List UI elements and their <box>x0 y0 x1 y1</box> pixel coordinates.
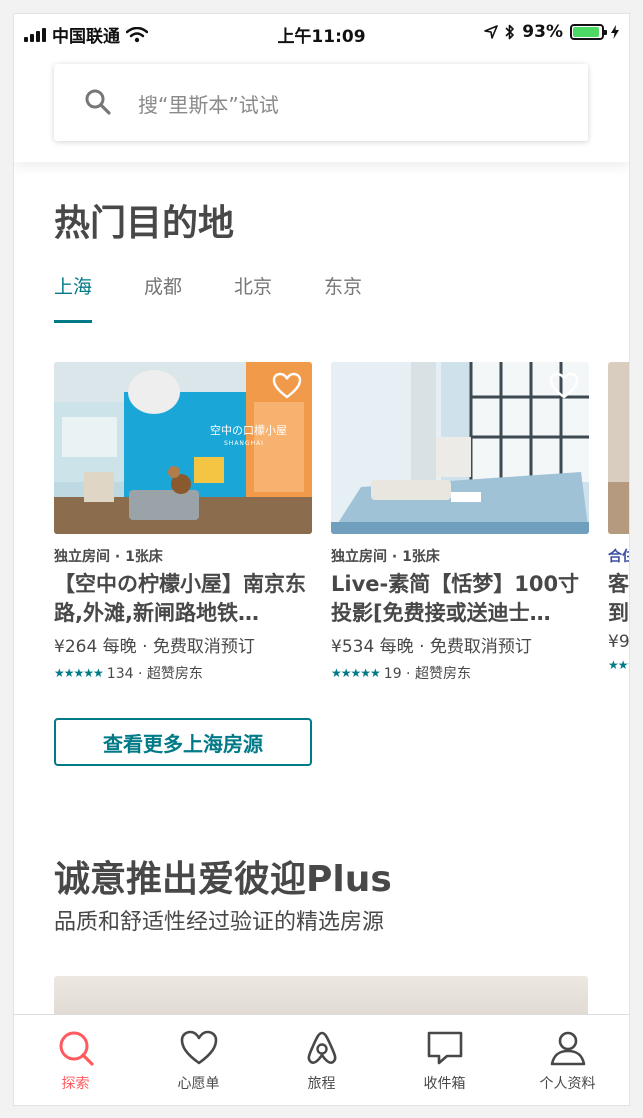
search-icon <box>59 1031 94 1066</box>
tab-tokyo[interactable]: 东京 <box>324 272 362 323</box>
popular-destinations-title: 热门目的地 <box>54 203 235 244</box>
search-header: 搜“里斯本”试试 <box>14 50 629 162</box>
tab-inbox-label: 收件箱 <box>423 1076 466 1092</box>
review-count: 134 · 超赞房东 <box>106 666 203 682</box>
listing-carousel: 空中の口檬小屋 SHANGHAI 独立房间 · 1张床 【空中の柠檬小屋】南京东… <box>54 362 629 692</box>
tab-trips[interactable]: 旅程 <box>260 1015 383 1105</box>
listing-rating: ★★★★★ 19 · 超赞房东 <box>331 663 589 683</box>
plus-subtitle: 品质和舒适性经过验证的精选房源 <box>54 910 385 935</box>
listing-type: 合住 <box>608 549 629 565</box>
star-rating-icon: ★★★★★ <box>608 658 629 672</box>
tab-profile-label: 个人资料 <box>539 1076 596 1092</box>
listing-type: 独立房间 · 1张床 <box>331 549 440 565</box>
listing-card[interactable]: 合住 客到 ¥9 ★★★★★ <box>608 362 629 672</box>
listing-price: ¥9 <box>608 632 629 652</box>
listing-rating: ★★★★★ <box>608 658 629 672</box>
tab-explore[interactable]: 探索 <box>14 1015 137 1105</box>
city-tabs: 上海 成都 北京 东京 <box>54 272 362 323</box>
battery-percent: 93% <box>522 22 563 42</box>
tab-beijing[interactable]: 北京 <box>234 272 272 323</box>
bottom-tab-bar: 探索 心愿单 旅程 收件箱 个人资料 <box>14 1014 629 1105</box>
listing-price: ¥264 每晚 · 免费取消预订 <box>54 637 255 657</box>
listing-title[interactable]: Live-素简【恬梦】100寸投影[免费接或送迪士… <box>331 570 589 628</box>
app-screen: 中国联通 上午11:09 93% 搜“里斯本”试试 热门目的地 上海 成都 北京… <box>14 14 629 1105</box>
search-placeholder: 搜“里斯本”试试 <box>138 93 279 117</box>
tab-trips-label: 旅程 <box>307 1076 336 1092</box>
heart-icon[interactable] <box>549 372 579 400</box>
status-bar: 中国联通 上午11:09 93% <box>14 14 629 50</box>
tab-explore-label: 探索 <box>61 1076 90 1092</box>
star-rating-icon: ★★★★★ <box>54 666 104 680</box>
plus-title: 诚意推出爱彼迎Plus <box>54 859 392 900</box>
listing-card[interactable]: 空中の口檬小屋 SHANGHAI 独立房间 · 1张床 【空中の柠檬小屋】南京东… <box>54 362 312 683</box>
tab-wishlist[interactable]: 心愿单 <box>137 1015 260 1105</box>
see-more-shanghai-button[interactable]: 查看更多上海房源 <box>54 718 312 766</box>
listing-title[interactable]: 客到 <box>608 570 629 628</box>
room-photo-partial <box>608 362 629 534</box>
heart-icon <box>180 1030 217 1065</box>
battery-icon <box>570 24 607 40</box>
airbnb-logo-icon <box>307 1031 336 1064</box>
listing-title[interactable]: 【空中の柠檬小屋】南京东路,外滩,新闸路地铁… <box>54 570 312 628</box>
tab-wishlist-label: 心愿单 <box>177 1076 220 1092</box>
listing-price: ¥534 每晚 · 免费取消预订 <box>331 637 532 657</box>
chat-bubble-icon <box>427 1031 462 1065</box>
bluetooth-icon <box>505 24 515 40</box>
listing-photo: 空中の口檬小屋 SHANGHAI <box>54 362 312 534</box>
star-rating-icon: ★★★★★ <box>331 666 381 680</box>
photo-sign: 空中の口檬小屋 <box>210 424 287 437</box>
tab-profile[interactable]: 个人资料 <box>506 1015 629 1105</box>
review-count: 19 · 超赞房东 <box>383 666 471 682</box>
heart-icon[interactable] <box>272 372 302 400</box>
listing-type: 独立房间 · 1张床 <box>54 549 163 565</box>
status-right: 93% <box>484 22 619 42</box>
listing-photo <box>608 362 629 534</box>
tab-shanghai[interactable]: 上海 <box>54 272 93 323</box>
search-icon <box>85 89 111 115</box>
listing-photo <box>331 362 589 534</box>
listing-rating: ★★★★★ 134 · 超赞房东 <box>54 663 312 683</box>
tab-chengdu[interactable]: 成都 <box>144 272 182 323</box>
location-arrow-icon <box>484 25 499 39</box>
person-icon <box>550 1031 585 1066</box>
search-bar[interactable]: 搜“里斯本”试试 <box>54 64 588 141</box>
listing-card[interactable]: 独立房间 · 1张床 Live-素简【恬梦】100寸投影[免费接或送迪士… ¥5… <box>331 362 589 683</box>
charging-bolt-icon <box>611 25 619 39</box>
photo-sign-sub: SHANGHAI <box>224 440 264 447</box>
tab-inbox[interactable]: 收件箱 <box>383 1015 506 1105</box>
